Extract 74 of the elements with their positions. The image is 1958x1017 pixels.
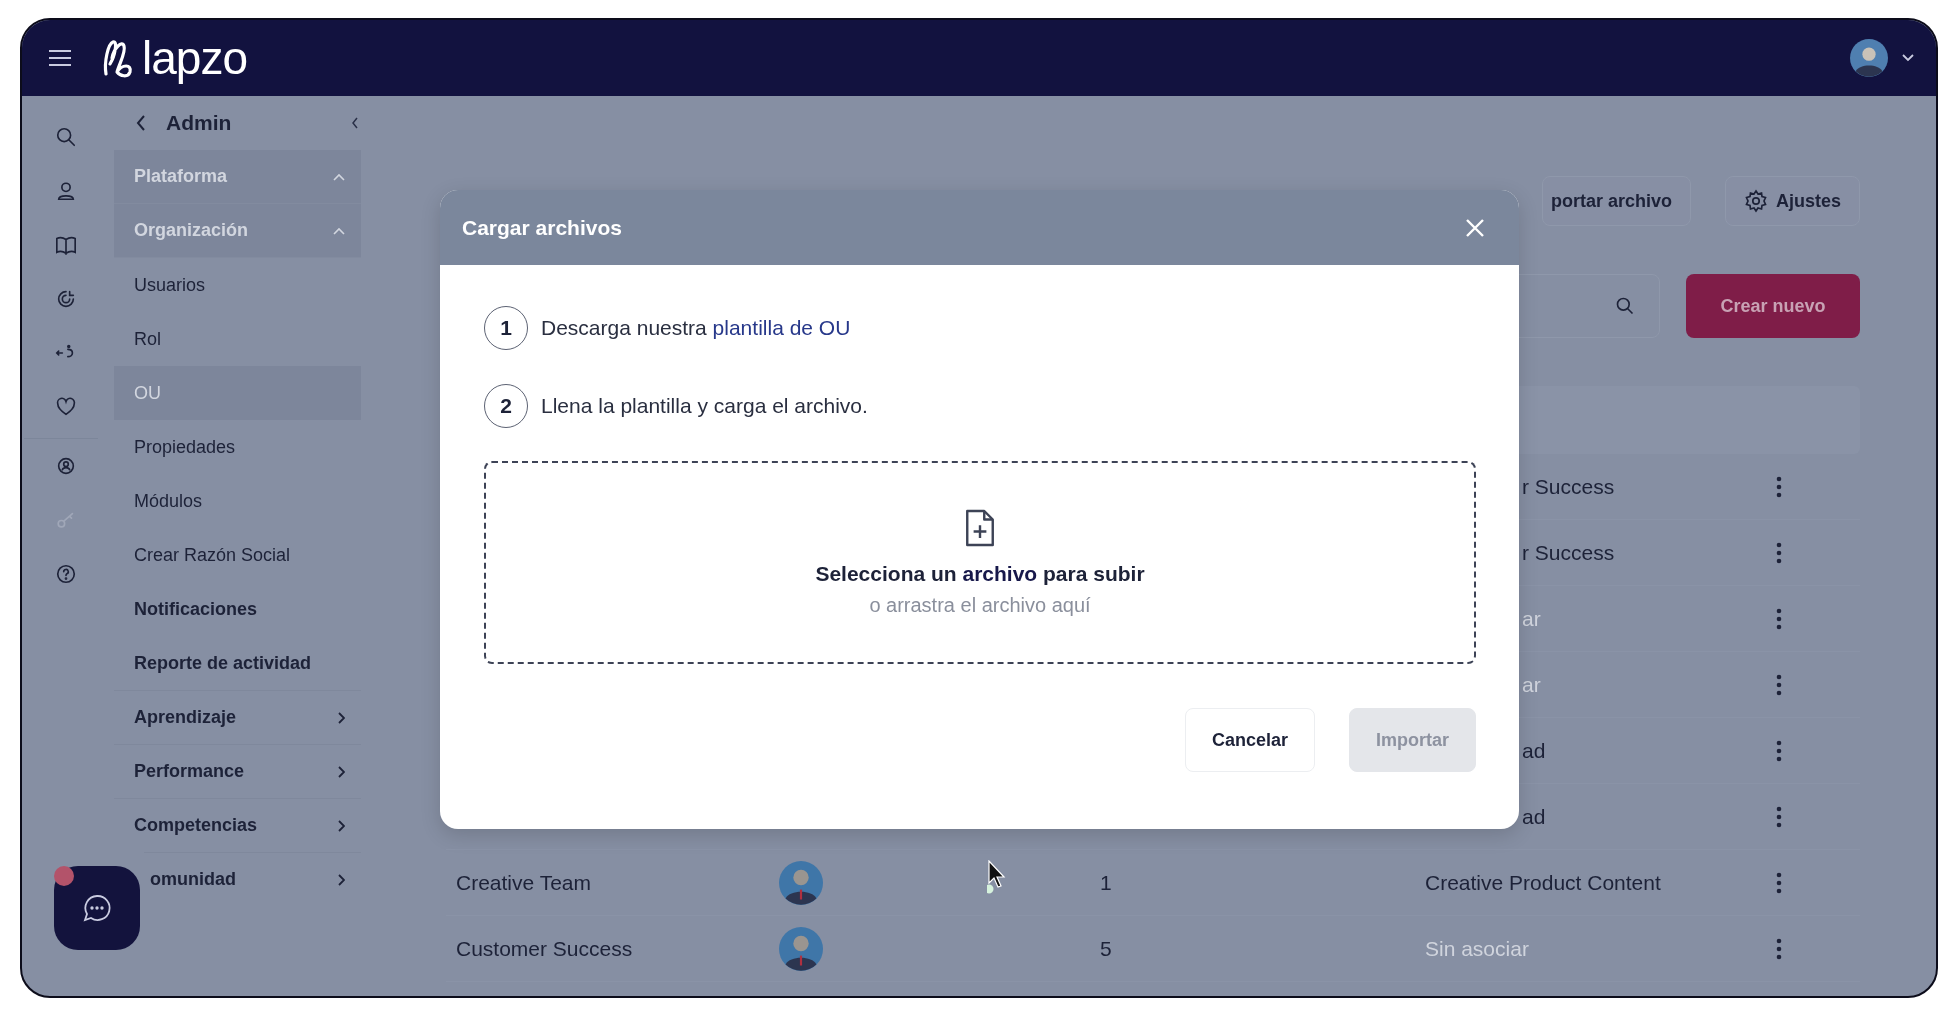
file-drop-zone[interactable]: Selecciona un archivo para subir o arrastra el archivo aquí — [484, 461, 1476, 664]
drop-zone-title: Selecciona un archivo para subir — [815, 562, 1145, 586]
sidebar-item[interactable]: Aprendizaje — [114, 690, 361, 744]
settings-icon — [1743, 189, 1768, 213]
user-icon[interactable] — [55, 180, 77, 202]
sidebar-item[interactable]: Usuarios — [114, 258, 361, 312]
dialog-title: Cargar archivos — [462, 215, 622, 240]
file-plus-icon — [963, 508, 997, 548]
drop-zone-hint: o arrastra el archivo aquí — [869, 594, 1091, 617]
create-new-button[interactable]: Crear nuevo — [1686, 274, 1860, 338]
sidebar-item[interactable]: Plataforma — [114, 150, 361, 204]
table-cell: Creative Team — [456, 870, 591, 894]
sidebar-item[interactable]: OU — [114, 366, 361, 420]
more-options-icon[interactable] — [1776, 739, 1782, 762]
template-link[interactable]: plantilla de OU — [712, 316, 851, 339]
step-text: Descarga nuestra plantilla de OU — [541, 316, 851, 340]
pointer-cursor-icon — [987, 860, 1007, 894]
table-cell: Customer Success — [456, 936, 633, 960]
sidebar-item[interactable]: Notificaciones — [114, 582, 361, 636]
settings-button[interactable]: Ajustes — [1724, 176, 1860, 226]
chevron-right-icon — [337, 765, 345, 778]
more-options-icon[interactable] — [1776, 607, 1782, 630]
close-icon[interactable] — [1465, 217, 1485, 238]
avatar-icon — [779, 860, 823, 905]
sidebar-item[interactable]: Organización — [114, 204, 361, 258]
sidebar-item[interactable]: Performance — [114, 744, 361, 798]
sidebar-item[interactable]: Crear Razón Social — [114, 528, 361, 582]
avatar-icon — [779, 926, 823, 971]
chevron-right-icon — [337, 711, 345, 724]
chevron-right-icon — [337, 873, 345, 886]
sidebar-item[interactable]: Módulos — [114, 474, 361, 528]
table-cell: r Success — [1522, 540, 1615, 564]
cancel-button[interactable]: Cancelar — [1184, 708, 1315, 772]
table-cell: ad — [1522, 804, 1546, 828]
book-icon[interactable] — [55, 234, 77, 256]
menu-icon[interactable] — [48, 49, 72, 67]
chat-bubble-icon — [82, 893, 112, 923]
chevron-down-icon[interactable] — [1902, 54, 1914, 62]
sidebar-item[interactable]: omunidad — [144, 852, 361, 906]
chevron-right-icon — [337, 819, 345, 832]
search-icon — [1615, 296, 1635, 316]
team-icon[interactable] — [55, 455, 77, 477]
logo-text: lapzo — [142, 31, 247, 85]
back-chevron-icon[interactable] — [136, 115, 146, 131]
chat-button[interactable] — [54, 866, 140, 950]
table-cell: ar — [1522, 606, 1541, 630]
avatar-icon[interactable] — [1850, 39, 1888, 77]
sidebar-item[interactable]: Rol — [114, 312, 361, 366]
table-cell: 5 — [1100, 936, 1112, 960]
more-options-icon[interactable] — [1776, 805, 1782, 828]
more-options-icon[interactable] — [1776, 937, 1782, 960]
chevron-up-icon — [333, 172, 345, 181]
sidebar-title: Admin — [166, 111, 232, 135]
target-icon[interactable] — [55, 288, 77, 310]
sidebar-item[interactable]: Reporte de actividad — [114, 636, 361, 690]
table-cell: r Success — [1522, 474, 1615, 498]
table-cell: Sin asociar — [1425, 936, 1529, 960]
help-icon[interactable] — [55, 563, 77, 585]
step-text: Llena la plantilla y carga el archivo. — [541, 394, 868, 418]
more-options-icon[interactable] — [1776, 541, 1782, 564]
import-file-button[interactable]: portar archivo — [1541, 176, 1691, 226]
more-options-icon[interactable] — [1776, 673, 1782, 696]
table-cell: ad — [1522, 738, 1546, 762]
heart-icon[interactable] — [55, 396, 77, 418]
collapse-chevron-icon[interactable] — [351, 117, 359, 129]
table-cell: Creative Product Content — [1425, 870, 1661, 894]
sidebar-item[interactable]: Propiedades — [114, 420, 361, 474]
table-cell: 1 — [1100, 870, 1112, 894]
more-options-icon[interactable] — [1776, 475, 1782, 498]
more-options-icon[interactable] — [1776, 871, 1782, 894]
table-cell: ar — [1522, 672, 1541, 696]
chevron-up-icon — [333, 226, 345, 235]
search-icon[interactable] — [55, 126, 77, 148]
sidebar-item[interactable]: Competencias — [114, 798, 361, 852]
